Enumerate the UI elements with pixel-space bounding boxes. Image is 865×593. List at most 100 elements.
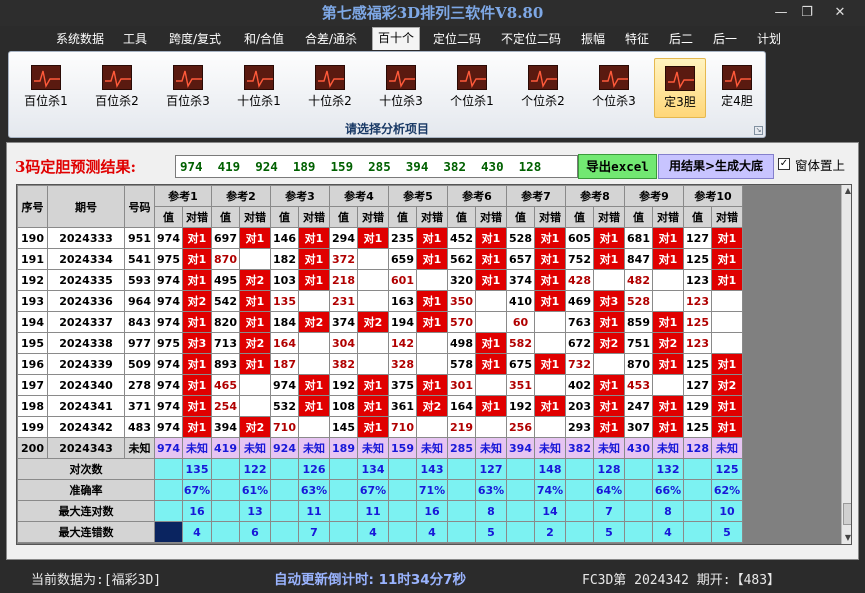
cell-correct: 对1 xyxy=(652,395,684,417)
restore-icon[interactable]: ❐ xyxy=(796,4,818,22)
ribbon-button-1[interactable]: 百位杀1 xyxy=(15,58,77,118)
cell-value: 528 xyxy=(624,290,653,312)
ribbon-button-7[interactable]: 个位杀1 xyxy=(441,58,503,118)
cell-value: 465 xyxy=(211,374,240,396)
chart-icon xyxy=(665,66,695,91)
cell-value: 974 xyxy=(154,374,183,396)
stats-label: 对次数 xyxy=(17,458,155,480)
cell-value: 394 xyxy=(506,437,535,459)
cell-value: 301 xyxy=(447,374,476,396)
cell-correct: 未知 xyxy=(711,437,743,459)
ontop-checkbox[interactable]: ✓ xyxy=(778,158,790,170)
cell-value: 293 xyxy=(565,416,594,438)
ribbon-button-2[interactable]: 百位杀2 xyxy=(86,58,148,118)
table-row[interactable]: 192 2024335 593 974 对1 495 对2 103 对1 218 601 320 对1 3… xyxy=(17,269,743,291)
cell-correct: 对2 xyxy=(239,269,271,291)
table-row[interactable]: 198 2024341 371 974 对1 254 532 对1 108 对1 361 对2 164 对… xyxy=(17,395,743,417)
table-row[interactable]: 196 2024339 509 974 对1 893 对1 187 382 328 578 对1 675… xyxy=(17,353,743,375)
menu-item-unfixed-two[interactable]: 不定位二码 xyxy=(494,29,568,49)
cell-correct xyxy=(475,311,507,333)
cell-correct xyxy=(357,353,389,375)
menu-item-amplitude[interactable]: 振幅 xyxy=(576,29,610,49)
header-value: 值 xyxy=(683,206,712,228)
menu-item-sum[interactable]: 和/合值 xyxy=(236,29,292,49)
cell-correct xyxy=(534,332,566,354)
cell-period: 2024335 xyxy=(47,269,125,291)
ribbon-button-8[interactable]: 个位杀2 xyxy=(512,58,574,118)
cell-number: 未知 xyxy=(124,437,155,459)
cell-value: 350 xyxy=(447,290,476,312)
stats-spacer xyxy=(447,521,476,543)
stats-spacer xyxy=(447,479,476,501)
cell-period: 2024342 xyxy=(47,416,125,438)
cell-value: 752 xyxy=(565,248,594,270)
prediction-row[interactable]: 200 2024343 未知 974 未知 419 未知 924 未知 189 未知 159 未知 285… xyxy=(17,437,743,459)
stats-spacer xyxy=(329,458,358,480)
stats-value: 4 xyxy=(416,521,448,543)
cell-correct: 未知 xyxy=(357,437,389,459)
table-row[interactable]: 194 2024337 843 974 对1 820 对1 184 对2 374 对2 194 对1 57… xyxy=(17,311,743,333)
table-row[interactable]: 197 2024340 278 974 对1 465 974 对1 192 对1 375 对1 301 3… xyxy=(17,374,743,396)
result-text-field[interactable]: 974 419 924 189 159 285 394 382 430 128 xyxy=(175,155,578,178)
minimize-icon[interactable]: — xyxy=(770,4,792,22)
cell-correct: 对1 xyxy=(239,311,271,333)
cell-value: 189 xyxy=(329,437,358,459)
export-excel-button[interactable]: 导出excel xyxy=(578,154,657,179)
menu-item-diff-kill[interactable]: 合差/通杀 xyxy=(298,29,364,49)
stats-spacer xyxy=(683,458,712,480)
menu-item-system-data[interactable]: 系统数据 xyxy=(50,29,110,49)
ribbon-button-11[interactable]: 定4胆 xyxy=(711,58,763,118)
cell-seq: 193 xyxy=(17,290,48,312)
table-row[interactable]: 191 2024334 541 975 对1 870 182 对1 372 659 对1 562 对1 6… xyxy=(17,248,743,270)
table-row[interactable]: 193 2024336 964 974 对2 542 对1 135 231 163 对1 350 410… xyxy=(17,290,743,312)
table-row[interactable]: 199 2024342 483 974 对1 394 对2 710 145 对1 710 219 256… xyxy=(17,416,743,438)
ribbon-button-3[interactable]: 百位杀3 xyxy=(157,58,219,118)
stats-value: 74% xyxy=(534,479,566,501)
cell-value: 974 xyxy=(154,353,183,375)
cell-seq: 194 xyxy=(17,311,48,333)
cell-value: 307 xyxy=(624,416,653,438)
stats-label: 最大连错数 xyxy=(17,521,155,543)
generate-base-button[interactable]: 用结果>生成大底 xyxy=(658,154,774,179)
header-ref: 参考5 xyxy=(388,185,448,207)
menu-item-fixed-two[interactable]: 定位二码 xyxy=(428,29,486,49)
cell-correct xyxy=(298,416,330,438)
cell-value: 125 xyxy=(683,416,712,438)
cell-correct: 对2 xyxy=(593,332,625,354)
cell-seq: 191 xyxy=(17,248,48,270)
header-correct: 对错 xyxy=(182,206,212,228)
stats-spacer xyxy=(329,521,358,543)
title-bar: 第七感福彩3D排列三软件V8.80 — ❐ ✕ xyxy=(0,0,865,26)
scroll-down-icon[interactable]: ▼ xyxy=(842,532,851,544)
scroll-thumb[interactable] xyxy=(843,503,851,525)
stats-value: 62% xyxy=(711,479,743,501)
ribbon-button-6[interactable]: 十位杀3 xyxy=(370,58,432,118)
cell-correct: 对1 xyxy=(182,374,212,396)
cell-value: 108 xyxy=(329,395,358,417)
menu-item-tools[interactable]: 工具 xyxy=(118,29,152,49)
table-row[interactable]: 195 2024338 977 975 对3 713 对2 164 304 142 498 对1 582… xyxy=(17,332,743,354)
ribbon-button-9[interactable]: 个位杀3 xyxy=(583,58,645,118)
dialog-launcher-icon[interactable]: ↘ xyxy=(754,126,763,135)
menu-item-last-two[interactable]: 后二 xyxy=(664,29,698,49)
menu-item-digits[interactable]: 百十个 xyxy=(372,27,420,50)
vertical-scrollbar[interactable]: ▲ ▼ xyxy=(841,185,851,544)
ribbon-button-5[interactable]: 十位杀2 xyxy=(299,58,361,118)
menu-item-plan[interactable]: 计划 xyxy=(752,29,786,49)
cell-value: 382 xyxy=(329,353,358,375)
stats-value: 11 xyxy=(357,500,389,522)
cell-value: 394 xyxy=(211,416,240,438)
table-row[interactable]: 190 2024333 951 974 对1 697 对1 146 对1 294 对1 235 对1 45… xyxy=(17,227,743,249)
cell-value: 710 xyxy=(388,416,417,438)
ribbon-button-10[interactable]: 定3胆 xyxy=(654,58,706,118)
scroll-up-icon[interactable]: ▲ xyxy=(842,185,851,197)
cell-value: 374 xyxy=(506,269,535,291)
cell-value: 163 xyxy=(388,290,417,312)
menu-item-feature[interactable]: 特征 xyxy=(620,29,654,49)
cell-correct: 未知 xyxy=(298,437,330,459)
cell-number: 371 xyxy=(124,395,155,417)
close-icon[interactable]: ✕ xyxy=(829,4,851,22)
menu-item-last-one[interactable]: 后一 xyxy=(708,29,742,49)
menu-item-span[interactable]: 跨度/复式 xyxy=(162,29,228,49)
ribbon-button-4[interactable]: 十位杀1 xyxy=(228,58,290,118)
